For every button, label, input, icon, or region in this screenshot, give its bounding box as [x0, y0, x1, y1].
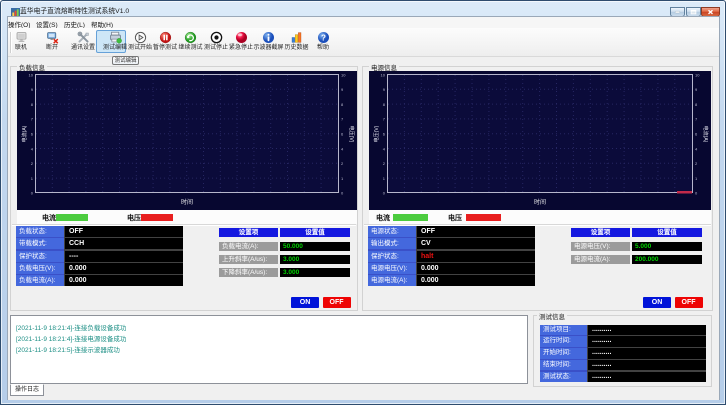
svg-text:4: 4: [31, 146, 34, 151]
svg-text:8: 8: [341, 102, 344, 107]
svg-text:9: 9: [341, 87, 344, 92]
svg-text:9: 9: [695, 87, 698, 92]
svg-text:6: 6: [383, 132, 386, 137]
svg-text:8: 8: [695, 102, 698, 107]
svg-text:2: 2: [695, 161, 698, 166]
svg-text:4: 4: [695, 146, 698, 151]
svg-text:电流(A): 电流(A): [702, 126, 709, 143]
svg-text:10: 10: [29, 73, 34, 78]
svg-text:4: 4: [341, 146, 344, 151]
svg-text:1: 1: [341, 176, 344, 181]
svg-text:7: 7: [341, 117, 344, 122]
svg-text:9: 9: [383, 87, 386, 92]
svg-text:4: 4: [383, 146, 386, 151]
svg-text:9: 9: [31, 87, 34, 92]
svg-text:8: 8: [31, 102, 34, 107]
svg-text:1: 1: [31, 176, 34, 181]
svg-text:10: 10: [341, 73, 346, 78]
svg-text:1: 1: [383, 176, 386, 181]
svg-text:10: 10: [695, 73, 700, 78]
svg-text:时间: 时间: [181, 198, 193, 206]
svg-text:7: 7: [383, 117, 386, 122]
svg-text:6: 6: [695, 132, 698, 137]
svg-text:10: 10: [381, 73, 386, 78]
svg-text:电压(V): 电压(V): [348, 126, 355, 143]
svg-text:0: 0: [341, 191, 344, 196]
svg-text:0: 0: [31, 191, 34, 196]
svg-text:8: 8: [383, 102, 386, 107]
svg-text:0: 0: [695, 191, 698, 196]
svg-text:6: 6: [341, 132, 344, 137]
svg-text:0: 0: [383, 191, 386, 196]
svg-text:7: 7: [695, 117, 698, 122]
svg-text:2: 2: [383, 161, 386, 166]
svg-text:时间: 时间: [534, 198, 546, 206]
svg-text:2: 2: [31, 161, 34, 166]
svg-text:7: 7: [31, 117, 34, 122]
svg-text:1: 1: [695, 176, 698, 181]
svg-text:电流(A): 电流(A): [21, 125, 28, 142]
svg-text:6: 6: [31, 132, 34, 137]
svg-text:电压(V): 电压(V): [373, 125, 380, 142]
svg-text:2: 2: [341, 161, 344, 166]
